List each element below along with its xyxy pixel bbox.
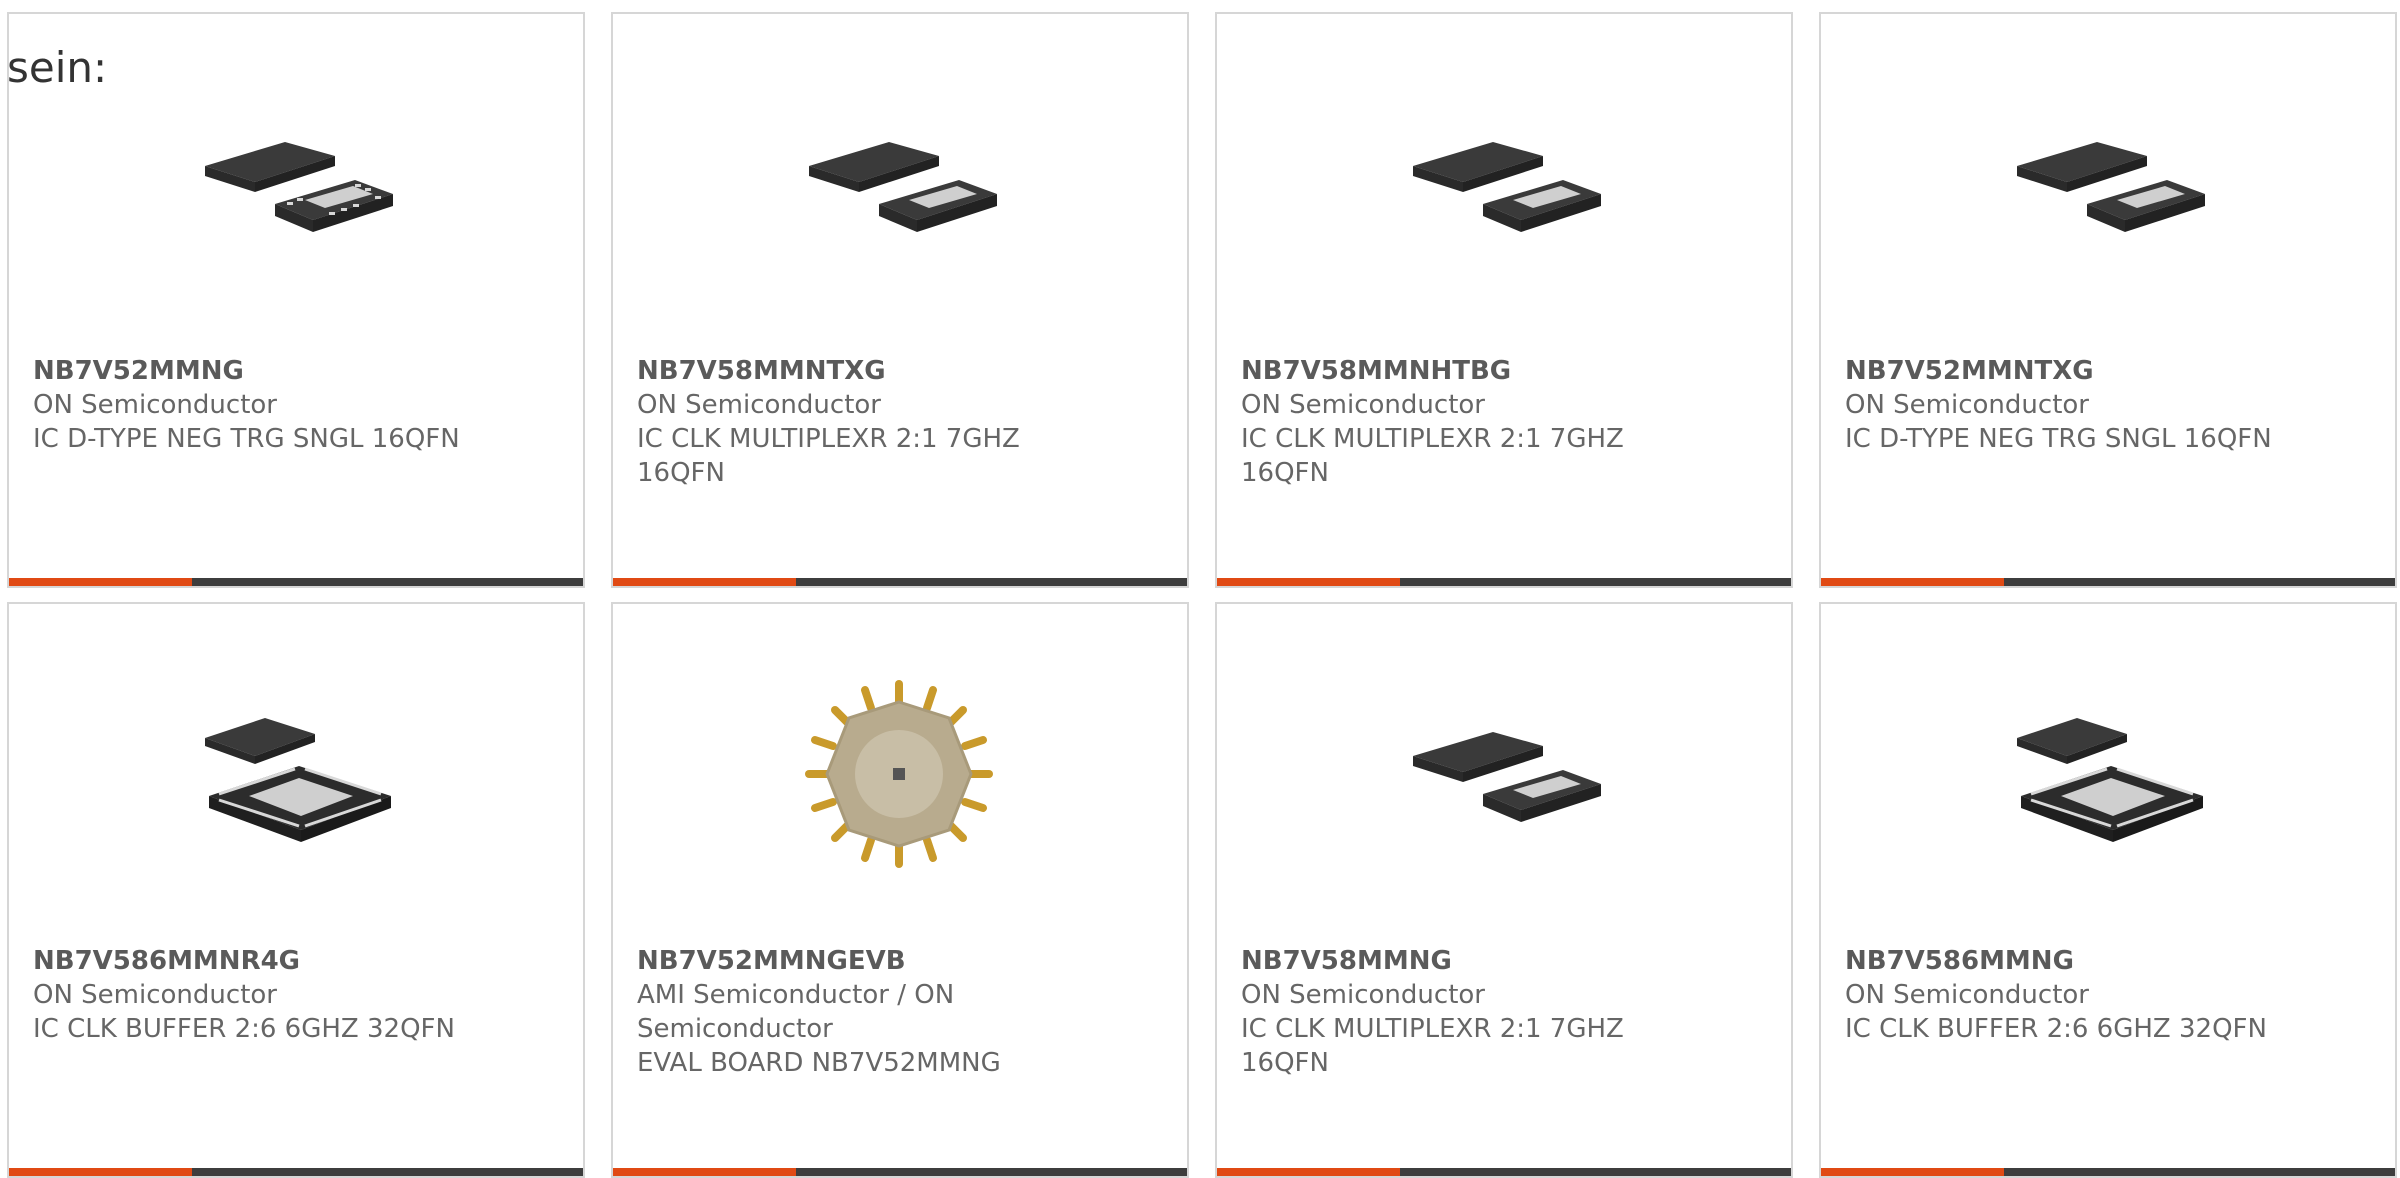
part-number[interactable]: NB7V586MMNG: [1845, 944, 2285, 978]
part-number[interactable]: NB7V58MMNTXG: [637, 354, 1077, 388]
qfn32-chip-icon: [2007, 674, 2207, 874]
qfn16-chip-icon: [799, 84, 999, 284]
card-progress-accent: [1821, 1168, 2004, 1176]
product-card[interactable]: NB7V58MMNG ON Semiconductor IC CLK MULTI…: [1215, 602, 1793, 1178]
card-progress-bar: [1821, 1168, 2395, 1176]
part-number[interactable]: NB7V586MMNR4G: [33, 944, 473, 978]
product-card[interactable]: NB7V52MMNTXG ON Semiconductor IC D-TYPE …: [1819, 12, 2397, 588]
product-card[interactable]: NB7V52MMNGEVB AMI Semiconductor / ON Sem…: [611, 602, 1189, 1178]
product-card[interactable]: NB7V586MMNG ON Semiconductor IC CLK BUFF…: [1819, 602, 2397, 1178]
manufacturer: ON Semiconductor: [33, 390, 277, 420]
card-progress-accent: [1217, 1168, 1400, 1176]
card-progress-accent: [1217, 578, 1400, 586]
description: IC D-TYPE NEG TRG SNGL 16QFN: [1845, 424, 2272, 454]
part-number[interactable]: NB7V58MMNHTBG: [1241, 354, 1681, 388]
card-progress-bar: [613, 578, 1187, 586]
manufacturer: ON Semiconductor: [637, 390, 881, 420]
manufacturer: ON Semiconductor: [1845, 390, 2089, 420]
qfn16-chip-icon: [1403, 674, 1603, 874]
card-progress-bar: [613, 1168, 1187, 1176]
qfn16-chip-icon: [195, 84, 395, 284]
part-number[interactable]: NB7V52MMNGEVB: [637, 944, 1077, 978]
description: IC CLK BUFFER 2:6 6GHZ 32QFN: [1845, 1014, 2267, 1044]
qfn32-chip-icon: [195, 674, 395, 874]
product-card[interactable]: NB7V58MMNTXG ON Semiconductor IC CLK MUL…: [611, 12, 1189, 588]
product-card[interactable]: NB7V52MMNG ON Semiconductor IC D-TYPE NE…: [7, 12, 585, 588]
qfn16-chip-icon: [1403, 84, 1603, 284]
card-progress-bar: [9, 578, 583, 586]
card-progress-bar: [9, 1168, 583, 1176]
card-progress-accent: [1821, 578, 2004, 586]
part-number[interactable]: NB7V52MMNTXG: [1845, 354, 2285, 388]
manufacturer: ON Semiconductor: [1241, 390, 1485, 420]
card-progress-accent: [613, 1168, 796, 1176]
card-progress-accent: [613, 578, 796, 586]
manufacturer: AMI Semiconductor / ON Semiconductor: [637, 980, 955, 1044]
description: EVAL BOARD NB7V52MMNG: [637, 1048, 1001, 1078]
qfn16-chip-icon: [2007, 84, 2207, 284]
manufacturer: ON Semiconductor: [1241, 980, 1485, 1010]
page-heading: sein:: [7, 43, 108, 92]
eval-board-icon: [799, 674, 999, 874]
manufacturer: ON Semiconductor: [33, 980, 277, 1010]
product-card[interactable]: NB7V586MMNR4G ON Semiconductor IC CLK BU…: [7, 602, 585, 1178]
description: IC CLK MULTIPLEXR 2:1 7GHZ 16QFN: [637, 424, 1020, 488]
card-progress-bar: [1821, 578, 2395, 586]
part-number[interactable]: NB7V58MMNG: [1241, 944, 1681, 978]
description: IC D-TYPE NEG TRG SNGL 16QFN: [33, 424, 460, 454]
description: IC CLK BUFFER 2:6 6GHZ 32QFN: [33, 1014, 455, 1044]
manufacturer: ON Semiconductor: [1845, 980, 2089, 1010]
part-number[interactable]: NB7V52MMNG: [33, 354, 473, 388]
card-progress-bar: [1217, 1168, 1791, 1176]
product-card[interactable]: NB7V58MMNHTBG ON Semiconductor IC CLK MU…: [1215, 12, 1793, 588]
description: IC CLK MULTIPLEXR 2:1 7GHZ 16QFN: [1241, 1014, 1624, 1078]
description: IC CLK MULTIPLEXR 2:1 7GHZ 16QFN: [1241, 424, 1624, 488]
card-progress-accent: [9, 1168, 192, 1176]
card-progress-accent: [9, 578, 192, 586]
card-progress-bar: [1217, 578, 1791, 586]
